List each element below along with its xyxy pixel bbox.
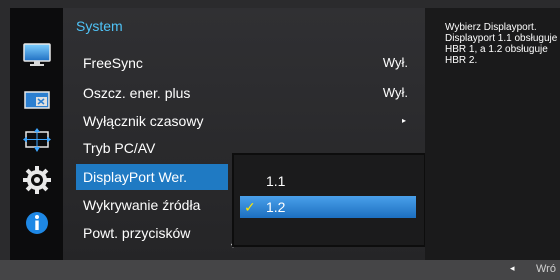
menu-item-value: Wył. — [382, 55, 408, 70]
monitor-icon[interactable] — [22, 40, 52, 70]
chevron-right-icon: ▸ — [401, 116, 406, 125]
menu-item-off-timer[interactable]: Wyłącznik czasowy ▸ — [76, 108, 418, 134]
info-panel: Wybierz Displayport. Displayport 1.1 obs… — [425, 8, 560, 260]
menu-item-value: Wył. — [382, 85, 408, 100]
monitor-osd-screen: System FreeSync Wył. Oszcz. ener. plus W… — [0, 0, 560, 280]
info-description: Wybierz Displayport. Displayport 1.1 obs… — [445, 22, 558, 66]
menu-item-label: Wyłącznik czasowy — [83, 113, 204, 129]
menu-item-label: Tryb PC/AV — [83, 140, 156, 156]
menu-item-label: Oszcz. ener. plus — [83, 85, 191, 101]
checkmark-icon: ✓ — [244, 199, 256, 215]
submenu-option-label: 1.2 — [266, 199, 286, 215]
osd-sidebar — [10, 8, 63, 260]
back-label[interactable]: Wró — [536, 263, 556, 275]
submenu-option-1-2[interactable]: ✓ 1.2 — [240, 196, 416, 218]
settings-gear-icon[interactable] — [22, 165, 52, 195]
menu-item-label: FreeSync — [83, 55, 143, 71]
menu-item-freesync[interactable]: FreeSync Wył. — [76, 50, 418, 76]
menu-item-label: Powt. przycisków — [83, 225, 191, 241]
menu-item-eco-saving-plus[interactable]: Oszcz. ener. plus Wył. — [76, 80, 418, 106]
submenu-option-label: 1.1 — [266, 173, 286, 189]
submenu-option-1-1[interactable]: 1.1 — [240, 170, 416, 192]
displayport-version-submenu: 1.1 ✓ 1.2 — [232, 153, 426, 247]
menu-item-label: DisplayPort Wer. — [83, 169, 187, 185]
information-icon[interactable] — [22, 208, 52, 238]
menu-item-displayport-ver[interactable]: DisplayPort Wer. — [76, 164, 228, 190]
menu-item-label: Wykrywanie źródła — [83, 197, 201, 213]
position-icon[interactable] — [22, 125, 52, 155]
picture-size-icon[interactable] — [22, 85, 52, 115]
back-arrow-icon[interactable]: ◂ — [510, 263, 515, 274]
menu-title: System — [76, 18, 123, 34]
footer-bar: ◂ Wró — [0, 260, 560, 280]
